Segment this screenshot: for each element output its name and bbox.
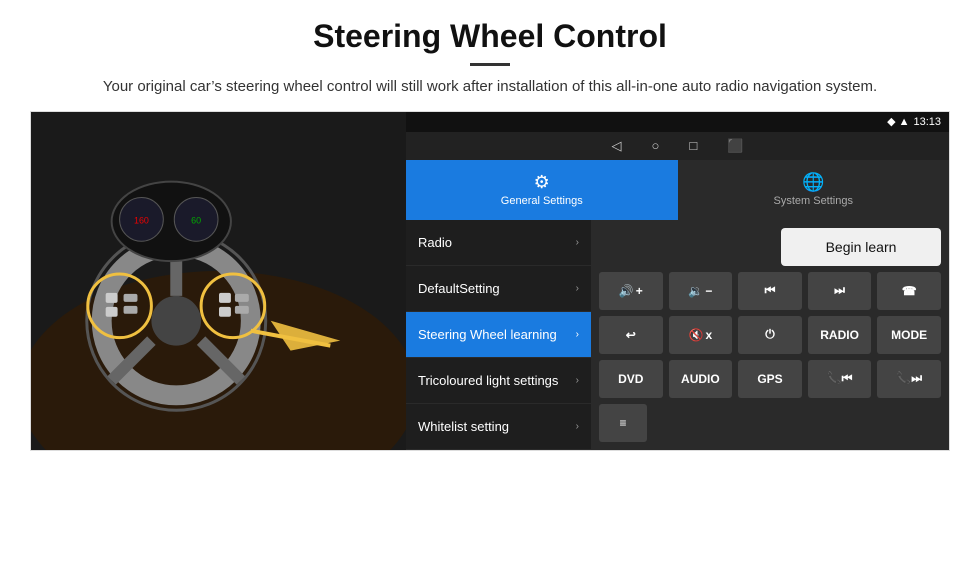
tab-bar: ⚙ General Settings 🌐 System Settings xyxy=(406,160,949,220)
bottom-icon-row: ≡ xyxy=(599,404,941,442)
menu-steering-label: Steering Wheel learning xyxy=(418,327,557,342)
audio-label: AUDIO xyxy=(681,372,720,386)
gps-label: GPS xyxy=(757,372,782,386)
menu-item-whitelist[interactable]: Whitelist setting › xyxy=(406,404,591,450)
menu-radio-label: Radio xyxy=(418,235,452,250)
back-nav-icon[interactable]: ◁ xyxy=(612,138,622,154)
button-row-2: ↩ 🔇x ⏻ RADIO MODE xyxy=(599,316,941,354)
audio-button[interactable]: AUDIO xyxy=(669,360,733,398)
vol-down-button[interactable]: 🔉− xyxy=(669,272,733,310)
car-image-section: 160 60 xyxy=(31,112,406,450)
dvd-button[interactable]: DVD xyxy=(599,360,663,398)
phone-prev-button[interactable]: 📞⏮ xyxy=(808,360,872,398)
radio-label: RADIO xyxy=(820,328,859,342)
mode-button[interactable]: MODE xyxy=(877,316,941,354)
svg-text:60: 60 xyxy=(191,215,201,225)
menu-item-steering-wheel[interactable]: Steering Wheel learning › xyxy=(406,312,591,358)
menu-item-radio[interactable]: Radio › xyxy=(406,220,591,266)
gps-button[interactable]: GPS xyxy=(738,360,802,398)
screenshot-nav-icon[interactable]: ⬛ xyxy=(727,138,743,154)
prev-track-icon: ⏮ xyxy=(765,283,776,298)
tab-general-label: General Settings xyxy=(501,195,583,207)
chevron-icon-default: › xyxy=(576,283,579,294)
phone-next-button[interactable]: 📞⏭ xyxy=(877,360,941,398)
menu-tricoloured-label: Tricoloured light settings xyxy=(418,373,558,388)
general-settings-icon: ⚙ xyxy=(534,172,550,193)
button-row-1: 🔊+ 🔉− ⏮ ⏭ ☎ xyxy=(599,272,941,310)
android-screen: ◆ ▲ 13:13 ◁ ○ □ ⬛ ⚙ General Settings 🌐 S… xyxy=(406,112,949,450)
vol-up-button[interactable]: 🔊+ xyxy=(599,272,663,310)
mode-label: MODE xyxy=(891,328,927,342)
nav-bar: ◁ ○ □ ⬛ xyxy=(406,132,949,160)
phone-prev-icon: 📞⏮ xyxy=(827,371,853,386)
menu-default-label: DefaultSetting xyxy=(418,281,500,296)
tab-system-settings[interactable]: 🌐 System Settings xyxy=(678,160,950,220)
left-menu: Radio › DefaultSetting › Steering Wheel … xyxy=(406,220,591,450)
power-icon: ⏻ xyxy=(765,327,775,342)
tab-system-label: System Settings xyxy=(774,195,853,207)
dvd-label: DVD xyxy=(618,372,643,386)
phone-icon: ☎ xyxy=(902,284,917,298)
vol-down-icon: 🔉 xyxy=(688,284,703,298)
phone-next-icon: 📞⏭ xyxy=(896,371,922,386)
begin-learn-row: Begin learn xyxy=(599,228,941,266)
home-nav-icon[interactable]: ○ xyxy=(652,138,660,153)
hang-up-button[interactable]: ↩ xyxy=(599,316,663,354)
vol-up-icon: 🔊 xyxy=(619,284,634,298)
mute-icon: 🔇 xyxy=(689,328,704,342)
list-icon: ≡ xyxy=(619,416,626,430)
svg-text:160: 160 xyxy=(134,215,149,225)
radio-button[interactable]: RADIO xyxy=(808,316,872,354)
content-area: 160 60 ◆ ▲ 13:13 ◁ ○ □ ⬛ ⚙ Gener xyxy=(30,111,950,451)
prev-track-button[interactable]: ⏮ xyxy=(738,272,802,310)
main-panel: Radio › DefaultSetting › Steering Wheel … xyxy=(406,220,949,450)
page-title: Steering Wheel Control xyxy=(60,18,920,55)
location-icon: ◆ xyxy=(887,115,895,128)
chevron-icon-whitelist: › xyxy=(576,421,579,432)
status-bar: ◆ ▲ 13:13 xyxy=(406,112,949,132)
header-section: Steering Wheel Control Your original car… xyxy=(0,0,980,111)
recent-nav-icon[interactable]: □ xyxy=(689,138,697,153)
menu-item-default-setting[interactable]: DefaultSetting › xyxy=(406,266,591,312)
chevron-icon-tricoloured: › xyxy=(576,375,579,386)
chevron-icon-steering: › xyxy=(576,329,579,340)
title-divider xyxy=(470,63,510,66)
hang-up-icon: ↩ xyxy=(626,328,636,342)
system-settings-icon: 🌐 xyxy=(802,172,824,193)
right-panel: Begin learn 🔊+ 🔉− ⏮ ⏭ xyxy=(591,220,949,450)
mute-button[interactable]: 🔇x xyxy=(669,316,733,354)
subtitle-text: Your original car’s steering wheel contr… xyxy=(60,76,920,99)
clock: 13:13 xyxy=(913,116,941,128)
phone-answer-button[interactable]: ☎ xyxy=(877,272,941,310)
menu-whitelist-label: Whitelist setting xyxy=(418,419,509,434)
tab-general-settings[interactable]: ⚙ General Settings xyxy=(406,160,678,220)
begin-learn-button[interactable]: Begin learn xyxy=(781,228,941,266)
next-track-icon: ⏭ xyxy=(834,283,845,298)
status-icons: ◆ ▲ xyxy=(887,115,909,128)
next-track-button[interactable]: ⏭ xyxy=(808,272,872,310)
button-row-3: DVD AUDIO GPS 📞⏮ 📞⏭ xyxy=(599,360,941,398)
chevron-icon-radio: › xyxy=(576,237,579,248)
menu-item-tricoloured[interactable]: Tricoloured light settings › xyxy=(406,358,591,404)
power-button[interactable]: ⏻ xyxy=(738,316,802,354)
list-icon-button[interactable]: ≡ xyxy=(599,404,647,442)
wifi-icon: ▲ xyxy=(899,116,910,128)
